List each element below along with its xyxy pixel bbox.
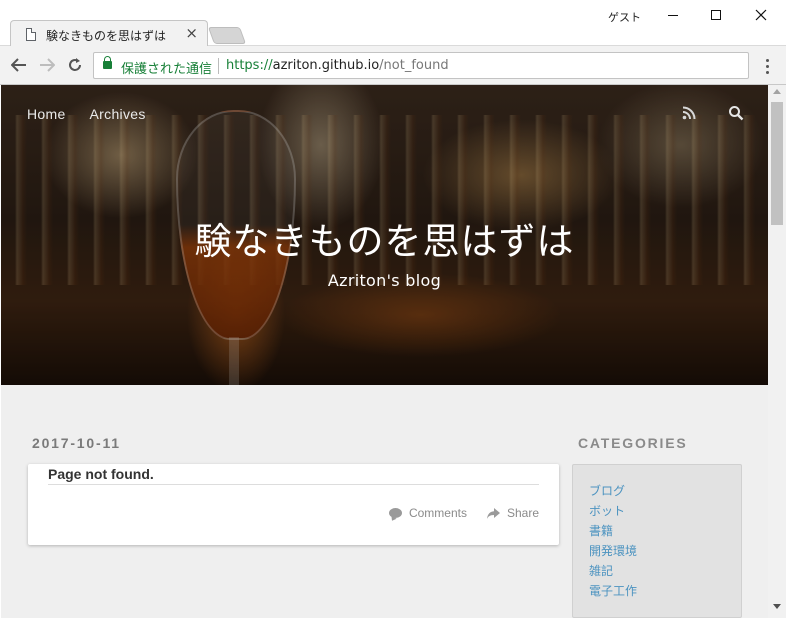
url-text[interactable]: https://azriton.github.io/not_found — [226, 58, 449, 73]
category-link-bot[interactable]: ボット — [589, 501, 637, 521]
page-viewport: Home Archives 験なきものを思はずは Azriton's blog … — [1, 85, 768, 618]
browser-titlebar: 験なきものを思はずは × ゲスト — [0, 0, 786, 47]
post-title: Page not found. — [48, 466, 154, 482]
maximize-button[interactable] — [699, 2, 733, 28]
post-card: Page not found. Comments Share — [28, 464, 559, 545]
tab-close-icon[interactable]: × — [185, 24, 198, 42]
categories-list: ブログ ボット 書籍 開発環境 雑記 電子工作 — [589, 481, 637, 601]
share-link[interactable]: Share — [486, 506, 539, 520]
category-link-blog[interactable]: ブログ — [589, 481, 637, 501]
vertical-scrollbar[interactable] — [768, 85, 786, 618]
url-path: /not_found — [379, 58, 449, 73]
maximize-icon — [711, 10, 721, 20]
window-close-button[interactable] — [744, 2, 778, 28]
page-icon — [26, 28, 36, 41]
post-divider — [48, 484, 539, 485]
scroll-down-arrow-icon[interactable] — [773, 604, 781, 609]
address-separator — [218, 58, 219, 74]
post-date: 2017-10-11 — [32, 435, 121, 451]
forward-arrow-icon — [40, 58, 55, 72]
scroll-up-arrow-icon[interactable] — [773, 89, 781, 94]
category-link-electronics[interactable]: 電子工作 — [589, 581, 637, 601]
back-button[interactable] — [8, 54, 30, 76]
search-icon[interactable] — [728, 105, 744, 121]
browser-toolbar: 保護された通信 https://azriton.github.io/not_fo… — [0, 46, 786, 85]
minimize-button[interactable] — [656, 2, 690, 28]
categories-heading: CATEGORIES — [578, 435, 688, 451]
rss-icon[interactable] — [682, 106, 696, 120]
browser-tab[interactable]: 験なきものを思はずは × — [10, 20, 208, 47]
reload-button[interactable] — [64, 54, 86, 76]
url-scheme: https:// — [226, 58, 273, 73]
nav-link-home[interactable]: Home — [27, 106, 66, 122]
hero-banner: Home Archives 験なきものを思はずは Azriton's blog — [1, 85, 768, 385]
address-bar[interactable]: 保護された通信 https://azriton.github.io/not_fo… — [93, 52, 749, 79]
categories-panel: ブログ ボット 書籍 開発環境 雑記 電子工作 — [572, 464, 742, 618]
comments-link[interactable]: Comments — [388, 506, 467, 520]
nav-link-archives[interactable]: Archives — [90, 106, 146, 122]
scrollbar-thumb[interactable] — [771, 102, 783, 225]
close-icon — [755, 9, 767, 21]
post-actions: Comments Share — [388, 506, 539, 520]
browser-menu-button[interactable] — [758, 55, 776, 77]
menu-dot-icon — [765, 64, 769, 68]
secure-connection-label[interactable]: 保護された通信 — [121, 58, 212, 77]
back-arrow-icon — [11, 58, 26, 72]
category-link-misc[interactable]: 雑記 — [589, 561, 637, 581]
share-label: Share — [506, 506, 539, 520]
tab-title: 験なきものを思はずは — [46, 29, 167, 43]
lock-icon[interactable] — [103, 56, 112, 69]
forward-button[interactable] — [36, 54, 58, 76]
menu-dot-icon — [765, 70, 769, 74]
share-icon — [486, 507, 500, 519]
site-title[interactable]: 験なきものを思はずは — [1, 211, 768, 265]
comment-icon — [388, 508, 402, 518]
site-nav: Home Archives — [27, 106, 146, 122]
minimize-icon — [668, 14, 678, 16]
reload-icon — [69, 58, 81, 71]
site-subtitle: Azriton's blog — [327, 271, 442, 290]
guest-profile-label[interactable]: ゲスト — [608, 9, 641, 25]
comments-label: Comments — [408, 506, 467, 520]
url-host: azriton.github.io — [272, 58, 380, 73]
category-link-books[interactable]: 書籍 — [589, 521, 637, 541]
menu-dot-icon — [765, 58, 769, 62]
new-tab-button[interactable] — [207, 27, 247, 44]
category-link-dev-env[interactable]: 開発環境 — [589, 541, 637, 561]
